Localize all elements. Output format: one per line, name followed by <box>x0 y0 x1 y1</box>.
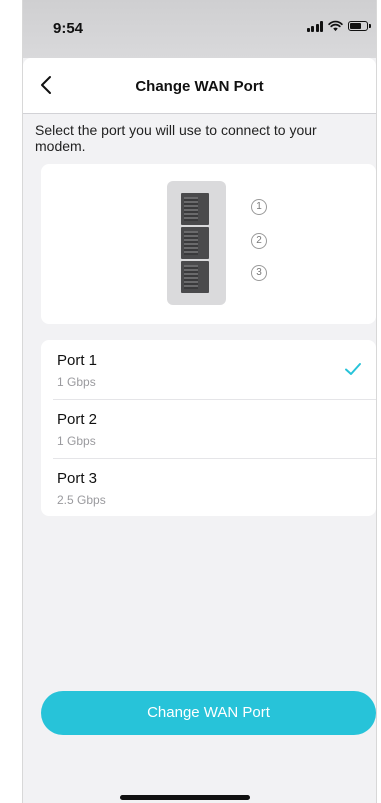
navigation-bar: Change WAN Port <box>23 58 376 114</box>
wifi-icon <box>328 20 343 32</box>
router-ports-diagram: 1 2 3 <box>41 164 376 324</box>
app-screen: 9:54 Change WAN Port Select the port you… <box>23 0 376 803</box>
instruction-text: Select the port you will use to connect … <box>35 122 317 154</box>
ethernet-port-1-icon <box>181 193 209 225</box>
signal-icon <box>306 20 323 32</box>
frame-edge-right <box>376 0 377 803</box>
port-option-1[interactable]: Port 1 1 Gbps <box>41 340 376 399</box>
change-wan-port-button[interactable]: Change WAN Port <box>41 691 376 735</box>
port-speed: 1 Gbps <box>57 375 96 389</box>
router-back-panel <box>167 181 226 305</box>
home-indicator[interactable] <box>120 795 250 800</box>
port-option-3[interactable]: Port 3 2.5 Gbps <box>41 458 376 516</box>
port-speed: 1 Gbps <box>57 434 96 448</box>
port-name: Port 1 <box>57 352 98 369</box>
port-name: Port 2 <box>57 411 98 428</box>
phone-frame: 9:54 Change WAN Port Select the port you… <box>0 0 381 803</box>
port-number-2: 2 <box>251 233 267 249</box>
status-icons <box>306 20 371 32</box>
page-title: Change WAN Port <box>135 78 264 95</box>
status-time: 9:54 <box>53 20 84 37</box>
port-number-3: 3 <box>251 265 267 281</box>
port-option-2[interactable]: Port 2 1 Gbps <box>41 399 376 458</box>
port-name: Port 3 <box>57 470 98 487</box>
port-list: Port 1 1 Gbps Port 2 1 Gbps Port 3 2.5 G… <box>41 340 376 516</box>
checkmark-icon <box>345 363 361 375</box>
ethernet-port-3-icon <box>181 261 209 293</box>
port-speed: 2.5 Gbps <box>57 493 106 507</box>
status-bar: 9:54 <box>23 0 376 58</box>
battery-icon <box>348 21 371 31</box>
port-number-1: 1 <box>251 199 267 215</box>
ethernet-port-2-icon <box>181 227 209 259</box>
